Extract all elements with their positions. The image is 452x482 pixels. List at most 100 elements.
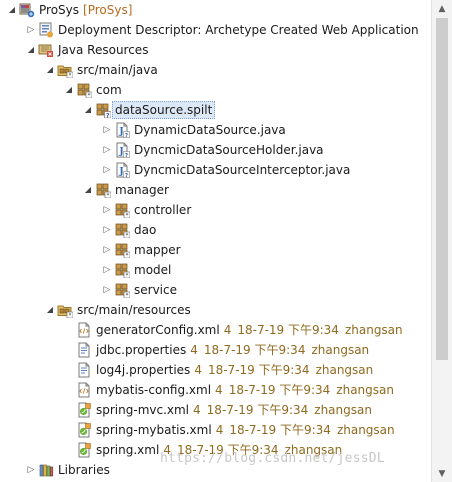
tree-item-libraries[interactable]: ▷ Libraries	[24, 460, 110, 480]
tree-item-label: mybatis-config.xml	[96, 383, 212, 397]
package-icon: *	[114, 242, 130, 258]
tree-item-label: jdbc.properties	[96, 343, 187, 357]
expanded-twisty-icon[interactable]: ◢	[81, 100, 95, 120]
expanded-twisty-icon[interactable]: ◢	[24, 40, 38, 60]
svn-repository-decoration: [ProSys]	[83, 3, 133, 17]
tree-item-com[interactable]: ◢ * com	[62, 80, 122, 100]
svg-text:*: *	[107, 193, 110, 198]
tree-item-java-file[interactable]: ▷ J? DyncmicDataSourceInterceptor.java	[100, 160, 350, 180]
svn-date-decoration: 18-7-19 下午9:34	[203, 343, 306, 357]
tree-item-label: spring-mybatis.xml	[96, 423, 212, 437]
tree-item-label: service	[134, 283, 177, 297]
package-icon: ?	[95, 102, 111, 118]
tree-item-project[interactable]: ◢ ProSys [ProSys]	[5, 0, 132, 20]
collapsed-twisty-icon[interactable]: ▷	[100, 240, 114, 260]
svn-revision-decoration: 4	[223, 323, 232, 337]
svn-date-decoration: 18-7-19 下午9:34	[228, 383, 331, 397]
vertical-scrollbar[interactable]: ▲ ▼	[431, 0, 452, 482]
expanded-twisty-icon[interactable]: ◢	[43, 300, 57, 320]
collapsed-twisty-icon[interactable]: ▷	[100, 220, 114, 240]
project-explorer-tree[interactable]: ◢ ProSys [ProSys] ▷ Deployment Descriptor: A…	[0, 0, 430, 482]
spring-file-icon	[76, 442, 92, 458]
scroll-down-arrow-icon[interactable]: ▼	[432, 465, 452, 482]
tree-item-label: Deployment Descriptor: Archetype Created…	[58, 23, 419, 37]
tree-item-label: manager	[115, 183, 169, 197]
collapsed-twisty-icon[interactable]: ▷	[100, 160, 114, 180]
tree-item-label: DyncmicDataSourceHolder.java	[134, 143, 324, 157]
collapsed-twisty-icon[interactable]: ▷	[24, 20, 38, 40]
expanded-twisty-icon[interactable]: ◢	[43, 60, 57, 80]
package-icon: *	[95, 182, 111, 198]
scroll-up-arrow-icon[interactable]: ▲	[432, 0, 452, 17]
svn-date-decoration: 18-7-19 下午9:34	[206, 403, 309, 417]
package-icon: *	[114, 222, 130, 238]
svn-date-decoration: 18-7-19 下午9:34	[207, 363, 310, 377]
tree-item-java-file[interactable]: ▷ J? DynamicDataSource.java	[100, 120, 286, 140]
svg-text:*: *	[126, 233, 129, 238]
scrollbar-thumb[interactable]	[436, 18, 448, 360]
collapsed-twisty-icon[interactable]: ▷	[100, 200, 114, 220]
tree-item-java-resources[interactable]: ◢ Java Resources	[24, 40, 148, 60]
svn-date-decoration: 18-7-19 下午9:34	[237, 323, 339, 337]
tree-item-resource-file[interactable]: jdbc.properties 4 18-7-19 下午9:34 zhangsan	[62, 340, 369, 360]
tree-item-deployment-descriptor[interactable]: ▷ Deployment Descriptor: Archetype Create…	[24, 20, 419, 40]
expanded-twisty-icon[interactable]: ◢	[62, 80, 76, 100]
svg-text:J: J	[118, 147, 123, 157]
tree-item-label: src/main/java	[77, 63, 158, 77]
svg-text:J: J	[118, 167, 123, 177]
svg-text:*: *	[126, 293, 129, 298]
tree-item-label: model	[134, 263, 172, 277]
tree-item-resource-file[interactable]: generatorConfig.xml 4 18-7-19 下午9:34 zhangs…	[62, 320, 403, 340]
tree-item-resource-file[interactable]: spring-mvc.xml 4 18-7-19 下午9:34 zhangsan	[62, 400, 372, 420]
tree-item-resource-file[interactable]: spring-mybatis.xml 4 18-7-19 下午9:34 zhangsa…	[62, 420, 395, 440]
properties-file-icon	[76, 362, 92, 378]
svn-author-decoration: zhangsan	[314, 403, 372, 417]
tree-item-label: Java Resources	[58, 43, 149, 57]
tree-item-package[interactable]: ▷ * controller	[100, 200, 191, 220]
svn-revision-decoration: 4	[215, 423, 224, 437]
svg-text:*: *	[126, 273, 129, 278]
tree-item-src-main-java[interactable]: ◢ * src/main/java	[43, 60, 158, 80]
svn-revision-decoration: 4	[190, 343, 198, 357]
tree-item-src-main-resources[interactable]: ◢ * src/main/resources	[43, 300, 191, 320]
tree-item-resource-file[interactable]: log4j.properties 4 18-7-19 下午9:34 zhangsan	[62, 360, 373, 380]
svg-text:?: ?	[106, 112, 110, 118]
tree-item-label: Libraries	[58, 463, 110, 477]
xml-file-icon	[76, 382, 92, 398]
collapsed-twisty-icon[interactable]: ▷	[24, 460, 38, 480]
tree-item-package[interactable]: ▷ * model	[100, 260, 171, 280]
expanded-twisty-icon[interactable]: ◢	[5, 0, 19, 20]
tree-item-package[interactable]: ▷ * mapper	[100, 240, 181, 260]
web-project-icon	[19, 2, 35, 18]
tree-item-label: com	[96, 83, 122, 97]
svg-text:*: *	[88, 93, 91, 98]
collapsed-twisty-icon[interactable]: ▷	[100, 280, 114, 300]
collapsed-twisty-icon[interactable]: ▷	[100, 120, 114, 140]
expanded-twisty-icon[interactable]: ◢	[81, 180, 95, 200]
package-icon: *	[114, 282, 130, 298]
tree-item-java-file[interactable]: ▷ J? DyncmicDataSourceHolder.java	[100, 140, 324, 160]
svn-author-decoration: zhangsan	[311, 343, 370, 357]
svn-author-decoration: zhangsan	[336, 423, 395, 437]
xml-file-icon	[76, 322, 92, 338]
tree-item-datasource-spilt[interactable]: ◢? dataSource.spilt	[81, 100, 216, 120]
tree-item-label: controller	[134, 203, 192, 217]
svn-author-decoration: zhangsan	[336, 383, 394, 397]
collapsed-twisty-icon[interactable]: ▷	[100, 260, 114, 280]
java-file-icon: J?	[114, 122, 130, 138]
tree-item-package[interactable]: ▷ * service	[100, 280, 177, 300]
tree-item-resource-file[interactable]: mybatis-config.xml 4 18-7-19 下午9:34 zhangsa…	[62, 380, 394, 400]
svg-text:?: ?	[125, 153, 128, 158]
collapsed-twisty-icon[interactable]: ▷	[100, 140, 114, 160]
svg-text:*: *	[126, 213, 129, 218]
tree-item-package[interactable]: ▷ * dao	[100, 220, 156, 240]
source-folder-icon: *	[57, 302, 73, 318]
svn-revision-decoration: 4	[215, 383, 223, 397]
svg-text:?: ?	[125, 173, 128, 178]
tree-item-manager[interactable]: ◢ * manager	[81, 180, 169, 200]
